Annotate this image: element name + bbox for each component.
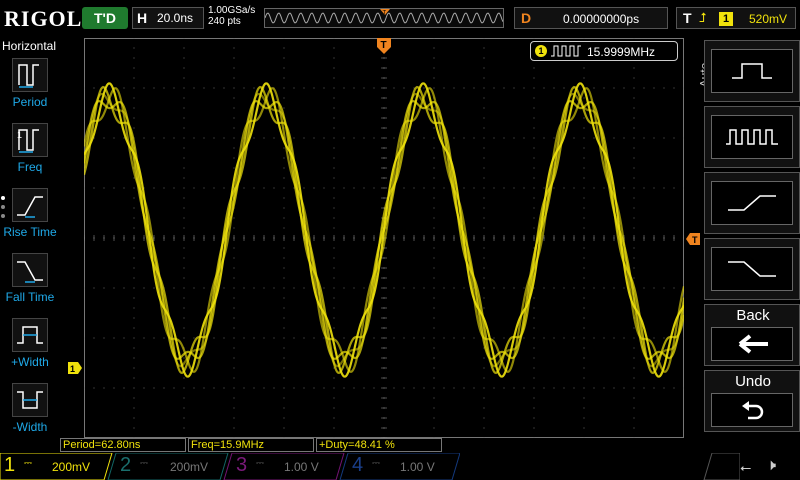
delay-label: D [521,10,532,26]
positive-width-label: +Width [11,355,49,369]
dc-coupling-icon: ⎓ [140,458,148,469]
back-button[interactable]: Back [704,304,800,366]
menu-title: Horizontal [2,39,57,53]
frequency-icon: 1 [12,123,48,157]
pulse-train-icon [711,115,793,159]
auto-falling-edge-button[interactable] [704,238,800,300]
channel-status-bar: 1 ⎓ 200mV 2 ⎓ 200mV 3 ⎓ 1.00 V 4 ⎓ 1.00 … [0,453,800,480]
frequency-label: Freq [17,160,43,174]
falling-edge-icon [711,247,793,291]
horizontal-delay[interactable]: D 0.00000000ps [514,7,668,29]
measure-period-button[interactable]: Period [0,58,60,118]
measurement-results: Period=62.80ns Freq=15.9MHz +Duty=48.41 … [60,438,700,452]
measure-fall-time-button[interactable]: Fall Time [0,253,60,313]
channel-1-status[interactable]: 1 ⎓ 200mV [0,453,110,480]
undo-label: Undo [735,373,771,390]
trigger-label: T [683,10,692,26]
ch1-waveform-trace [82,99,686,360]
auto-measure-panel: Auto Back Undo [697,38,800,440]
dc-coupling-icon: ⎓ [372,458,380,469]
trigger-marker-label: T [381,40,387,51]
acquisition-info: 1.00GSa/s 240 pts [208,5,255,27]
trigger-status-badge: T'D [82,7,128,29]
speaker-mute-icon[interactable]: 🕨 [766,457,776,475]
measurement-duty[interactable]: +Duty=48.41 % [316,438,442,452]
auto-rising-edge-button[interactable] [704,172,800,234]
channel-1-number: 1 [4,454,16,476]
trigger-level-label: T [692,235,698,245]
channel-3-number: 3 [236,454,248,476]
delay-value: 0.00000000ps [563,12,640,26]
period-label: Period [12,95,48,109]
back-arrow-icon [711,327,793,361]
positive-width-icon [12,318,48,352]
svg-text:T: T [383,11,387,17]
pulse-train-icon [551,45,581,57]
channel-4-scale: 1.00 V [400,460,435,474]
trigger-source-channel: 1 [719,12,733,26]
waveform-display[interactable] [82,37,686,439]
ch1-marker-label: 1 [70,364,75,374]
menu-page-indicator [1,196,7,223]
rise-time-label: Rise Time [3,225,57,239]
measurement-frequency[interactable]: Freq=15.9MHz [188,438,314,452]
negative-width-icon [12,383,48,417]
waveform-grid [82,37,686,439]
memory-depth: 240 pts [208,16,241,27]
channel-2-number: 2 [120,454,132,476]
counter-value: 15.9999MHz [587,45,656,59]
trigger-level-marker[interactable]: T [686,233,700,245]
negative-width-label: -Width [12,420,48,434]
single-pulse-icon [711,49,793,93]
channel-4-number: 4 [352,454,364,476]
fall-time-icon [12,253,48,287]
usb-icon: ⭠ [740,459,752,475]
channel-3-status[interactable]: 3 ⎓ 1.00 V [232,453,342,480]
measurement-period[interactable]: Period=62.80ns [60,438,186,452]
channel-3-scale: 1.00 V [284,460,319,474]
auto-single-pulse-button[interactable] [704,40,800,102]
top-status-bar: RIGOL T'D H 20.0ns 1.00GSa/s 240 pts T D… [0,0,800,36]
channel-1-scale: 200mV [52,460,91,474]
rising-edge-icon: ⮥ [699,10,707,25]
dc-coupling-icon: ⎓ [256,458,264,469]
memory-overview-bar: T [264,8,504,28]
frequency-counter[interactable]: 1 15.9999MHz [530,41,678,61]
undo-icon [711,393,793,427]
trigger-level: 520mV [749,12,788,26]
back-label: Back [736,307,770,324]
measure-positive-width-button[interactable]: +Width [0,318,60,378]
dc-coupling-icon: ⎓ [24,458,32,469]
measure-negative-width-button[interactable]: -Width [0,383,60,443]
channel-2-status[interactable]: 2 ⎓ 200mV [116,453,226,480]
trigger-position-marker[interactable]: T [377,38,391,56]
rise-time-icon [12,188,48,222]
period-icon [12,58,48,92]
horizontal-timebase[interactable]: H 20.0ns [132,7,204,29]
horizontal-label: H [137,10,148,26]
undo-button[interactable]: Undo [704,370,800,432]
measure-menu: Horizontal Period 1 Freq Rise Time Fall … [0,36,60,440]
auto-pulse-train-button[interactable] [704,106,800,168]
memory-overview-waveform: T [264,9,504,24]
sample-rate: 1.00GSa/s [208,5,256,16]
rising-edge-icon [711,181,793,225]
trigger-settings[interactable]: T ⮥ 1 520mV [676,7,796,29]
channel-4-status[interactable]: 4 ⎓ 1.00 V [348,453,458,480]
svg-text:1: 1 [17,130,22,140]
timebase-value: 20.0ns [157,11,194,25]
channel-2-scale: 200mV [170,460,209,474]
status-tab-outline [703,453,740,480]
ch1-offset-marker[interactable]: 1 [68,362,82,374]
fall-time-label: Fall Time [5,290,55,304]
counter-channel-badge: 1 [535,45,547,57]
rigol-logo: RIGOL [4,6,83,31]
measure-frequency-button[interactable]: 1 Freq [0,123,60,183]
measure-rise-time-button[interactable]: Rise Time [0,188,60,248]
